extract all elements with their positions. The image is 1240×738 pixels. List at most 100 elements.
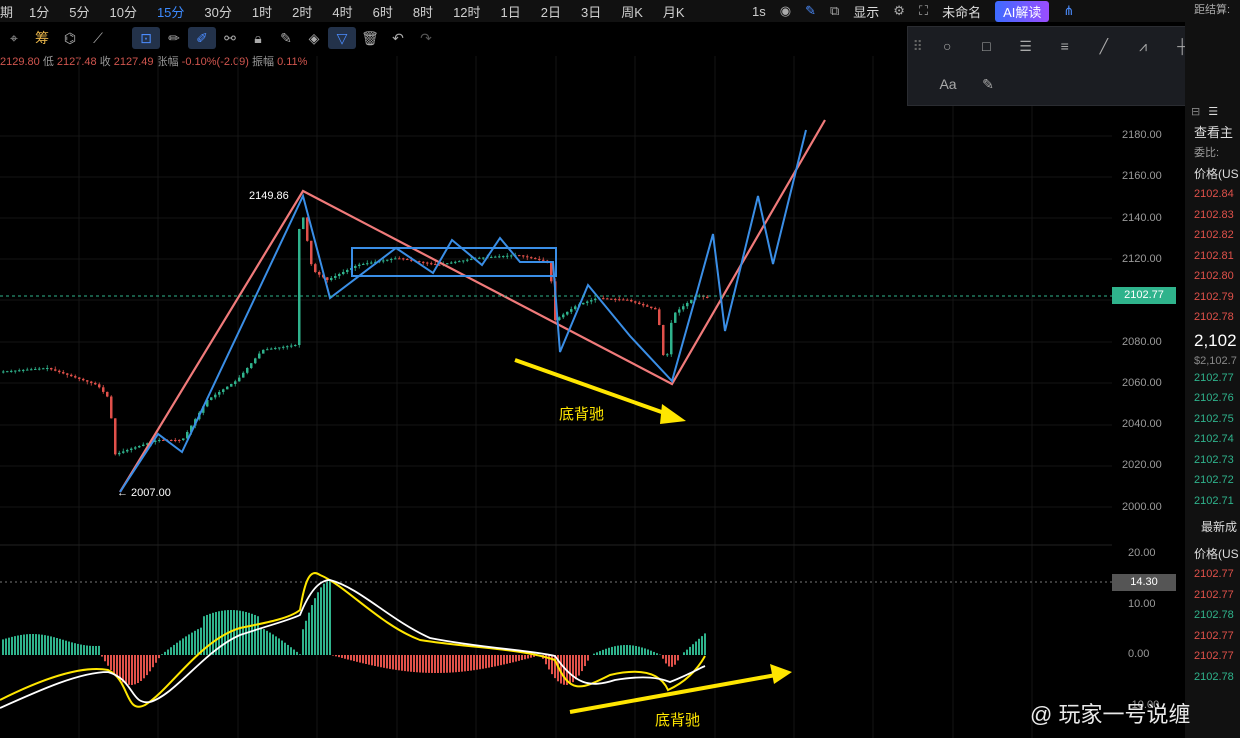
macd-histogram-bar: [449, 655, 451, 673]
macd-histogram-bar: [656, 653, 658, 655]
trade-row: 2102.77: [1194, 650, 1234, 662]
bid-row[interactable]: 2102.77: [1185, 368, 1240, 389]
macd-histogram-bar: [11, 636, 13, 655]
macd-histogram-bar: [59, 638, 61, 655]
ask-row[interactable]: 2102.81: [1185, 246, 1240, 267]
macd-histogram-bar: [146, 655, 148, 676]
book-view-icon[interactable]: ⊟: [1191, 105, 1200, 118]
macd-histogram-bar: [653, 651, 655, 655]
bid-row[interactable]: 2102.72: [1185, 470, 1240, 491]
ask-row[interactable]: 2102.79: [1185, 287, 1240, 308]
macd-histogram-bar: [68, 641, 70, 655]
circle-tool-icon[interactable]: ○: [928, 27, 967, 65]
list-view-icon[interactable]: ☰: [1208, 105, 1218, 118]
macd-histogram-bar: [515, 655, 517, 662]
macd-histogram-bar: [509, 655, 511, 664]
channel-tool-icon[interactable]: ☰: [1006, 27, 1045, 65]
macd-histogram-bar: [527, 655, 529, 659]
macd-histogram-bar: [485, 655, 487, 669]
wave-line-blue[interactable]: [119, 129, 807, 493]
brush-tool-icon[interactable]: ✎: [968, 65, 1008, 103]
macd-histogram-bar: [419, 655, 421, 673]
ratio-label: 委比:: [1194, 147, 1220, 159]
macd-histogram-bar: [65, 640, 67, 655]
trade-row: 2102.77: [1194, 568, 1234, 580]
macd-histogram-bar: [689, 646, 691, 655]
last-price-usd: $2,102.7: [1194, 354, 1237, 367]
macd-histogram-bar: [392, 655, 394, 670]
price-chart[interactable]: [0, 0, 1112, 738]
macd-histogram-bar: [617, 645, 619, 655]
trade-row: 2102.78: [1194, 670, 1234, 683]
macd-histogram-bar: [704, 633, 706, 655]
macd-histogram-bar: [674, 655, 676, 665]
macd-histogram-bar: [608, 647, 610, 655]
ask-row[interactable]: 2102.84: [1185, 184, 1240, 205]
macd-histogram-bar: [356, 655, 358, 662]
macd-histogram-bar: [368, 655, 370, 665]
macd-histogram-bar: [266, 630, 268, 655]
macd-histogram-bar: [623, 645, 625, 655]
macd-histogram-bar: [38, 634, 40, 655]
macd-histogram-bar: [101, 655, 103, 657]
macd-histogram-bar: [470, 655, 472, 671]
price-axis-label: 2040.00: [1122, 418, 1162, 431]
bid-row[interactable]: 2102.74: [1185, 429, 1240, 450]
parallel-tool-icon[interactable]: ≡: [1045, 27, 1084, 65]
macd-histogram-bar: [140, 655, 142, 681]
macd-histogram-bar: [620, 645, 622, 655]
candle: [162, 440, 165, 441]
macd-histogram-bar: [494, 655, 496, 667]
ask-row[interactable]: 2102.83: [1185, 205, 1240, 226]
settlement-label: 距结算:: [1194, 4, 1231, 16]
macd-histogram-bar: [665, 655, 667, 664]
macd-histogram-bar: [92, 645, 94, 655]
macd-histogram-bar: [437, 655, 439, 673]
text-tool-icon[interactable]: Aa: [928, 65, 968, 103]
macd-histogram-bar: [239, 610, 241, 655]
macd-histogram-bar: [32, 634, 34, 655]
bid-row[interactable]: 2102.73: [1185, 450, 1240, 471]
macd-histogram-bar: [587, 655, 589, 661]
macd-histogram-bar: [311, 605, 313, 655]
macd-histogram-bar: [347, 655, 349, 660]
view-main-label[interactable]: 查看主: [1185, 123, 1240, 144]
macd-histogram-bar: [80, 644, 82, 655]
macd-histogram-bar: [305, 620, 307, 655]
ask-row[interactable]: 2102.82: [1185, 225, 1240, 246]
macd-histogram-bar: [338, 655, 340, 658]
macd-histogram-bar: [263, 629, 265, 655]
ray-tool-icon[interactable]: ╱: [1084, 27, 1123, 65]
price-axis-label: 2120.00: [1122, 252, 1162, 265]
macd-histogram-bar: [386, 655, 388, 669]
macd-histogram-bar: [596, 652, 598, 655]
macd-histogram-bar: [359, 655, 361, 663]
wave-tool-icon[interactable]: ⩘: [1123, 27, 1162, 65]
macd-histogram-bar: [683, 652, 685, 655]
macd-histogram-bar: [104, 655, 106, 662]
bid-row[interactable]: 2102.75: [1185, 409, 1240, 430]
macd-histogram-bar: [332, 655, 334, 656]
macd-histogram-bar: [278, 638, 280, 655]
macd-histogram-bar: [224, 610, 226, 655]
bid-row[interactable]: 2102.71: [1185, 491, 1240, 512]
macd-histogram-bar: [635, 645, 637, 655]
macd-histogram-bar: [377, 655, 379, 667]
macd-histogram-bar: [302, 629, 304, 655]
macd-histogram-bar: [383, 655, 385, 668]
rectangle-tool-icon[interactable]: □: [967, 27, 1006, 65]
macd-histogram-bar: [254, 614, 256, 655]
macd-value-tag: 14.30: [1112, 574, 1176, 591]
macd-histogram-bar: [98, 645, 100, 655]
macd-histogram-bar: [521, 655, 523, 661]
macd-histogram-bar: [236, 610, 238, 655]
last-price-big: 2,102: [1194, 330, 1237, 350]
trend-line-red[interactable]: [119, 119, 826, 493]
macd-histogram-bar: [74, 643, 76, 655]
macd-histogram-bar: [122, 655, 124, 683]
ask-row[interactable]: 2102.80: [1185, 266, 1240, 287]
ask-row[interactable]: 2102.78: [1185, 307, 1240, 328]
drag-handle-icon[interactable]: ⠿: [908, 27, 928, 65]
macd-histogram-bar: [605, 648, 607, 655]
bid-row[interactable]: 2102.76: [1185, 388, 1240, 409]
